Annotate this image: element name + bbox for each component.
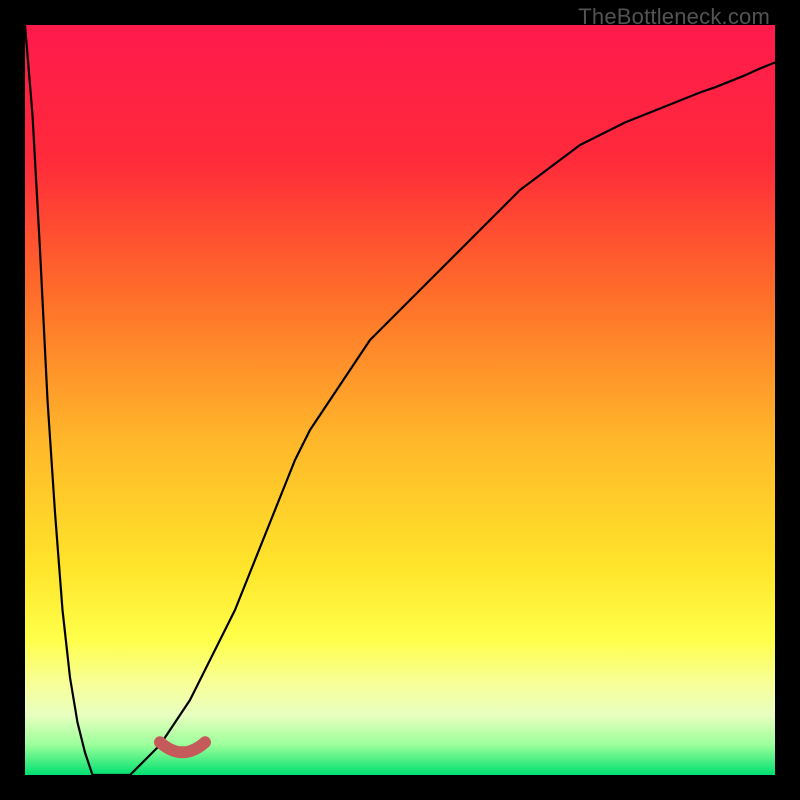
watermark-text: TheBottleneck.com <box>578 4 770 30</box>
gradient-background <box>25 25 775 775</box>
plot-frame <box>25 25 775 775</box>
